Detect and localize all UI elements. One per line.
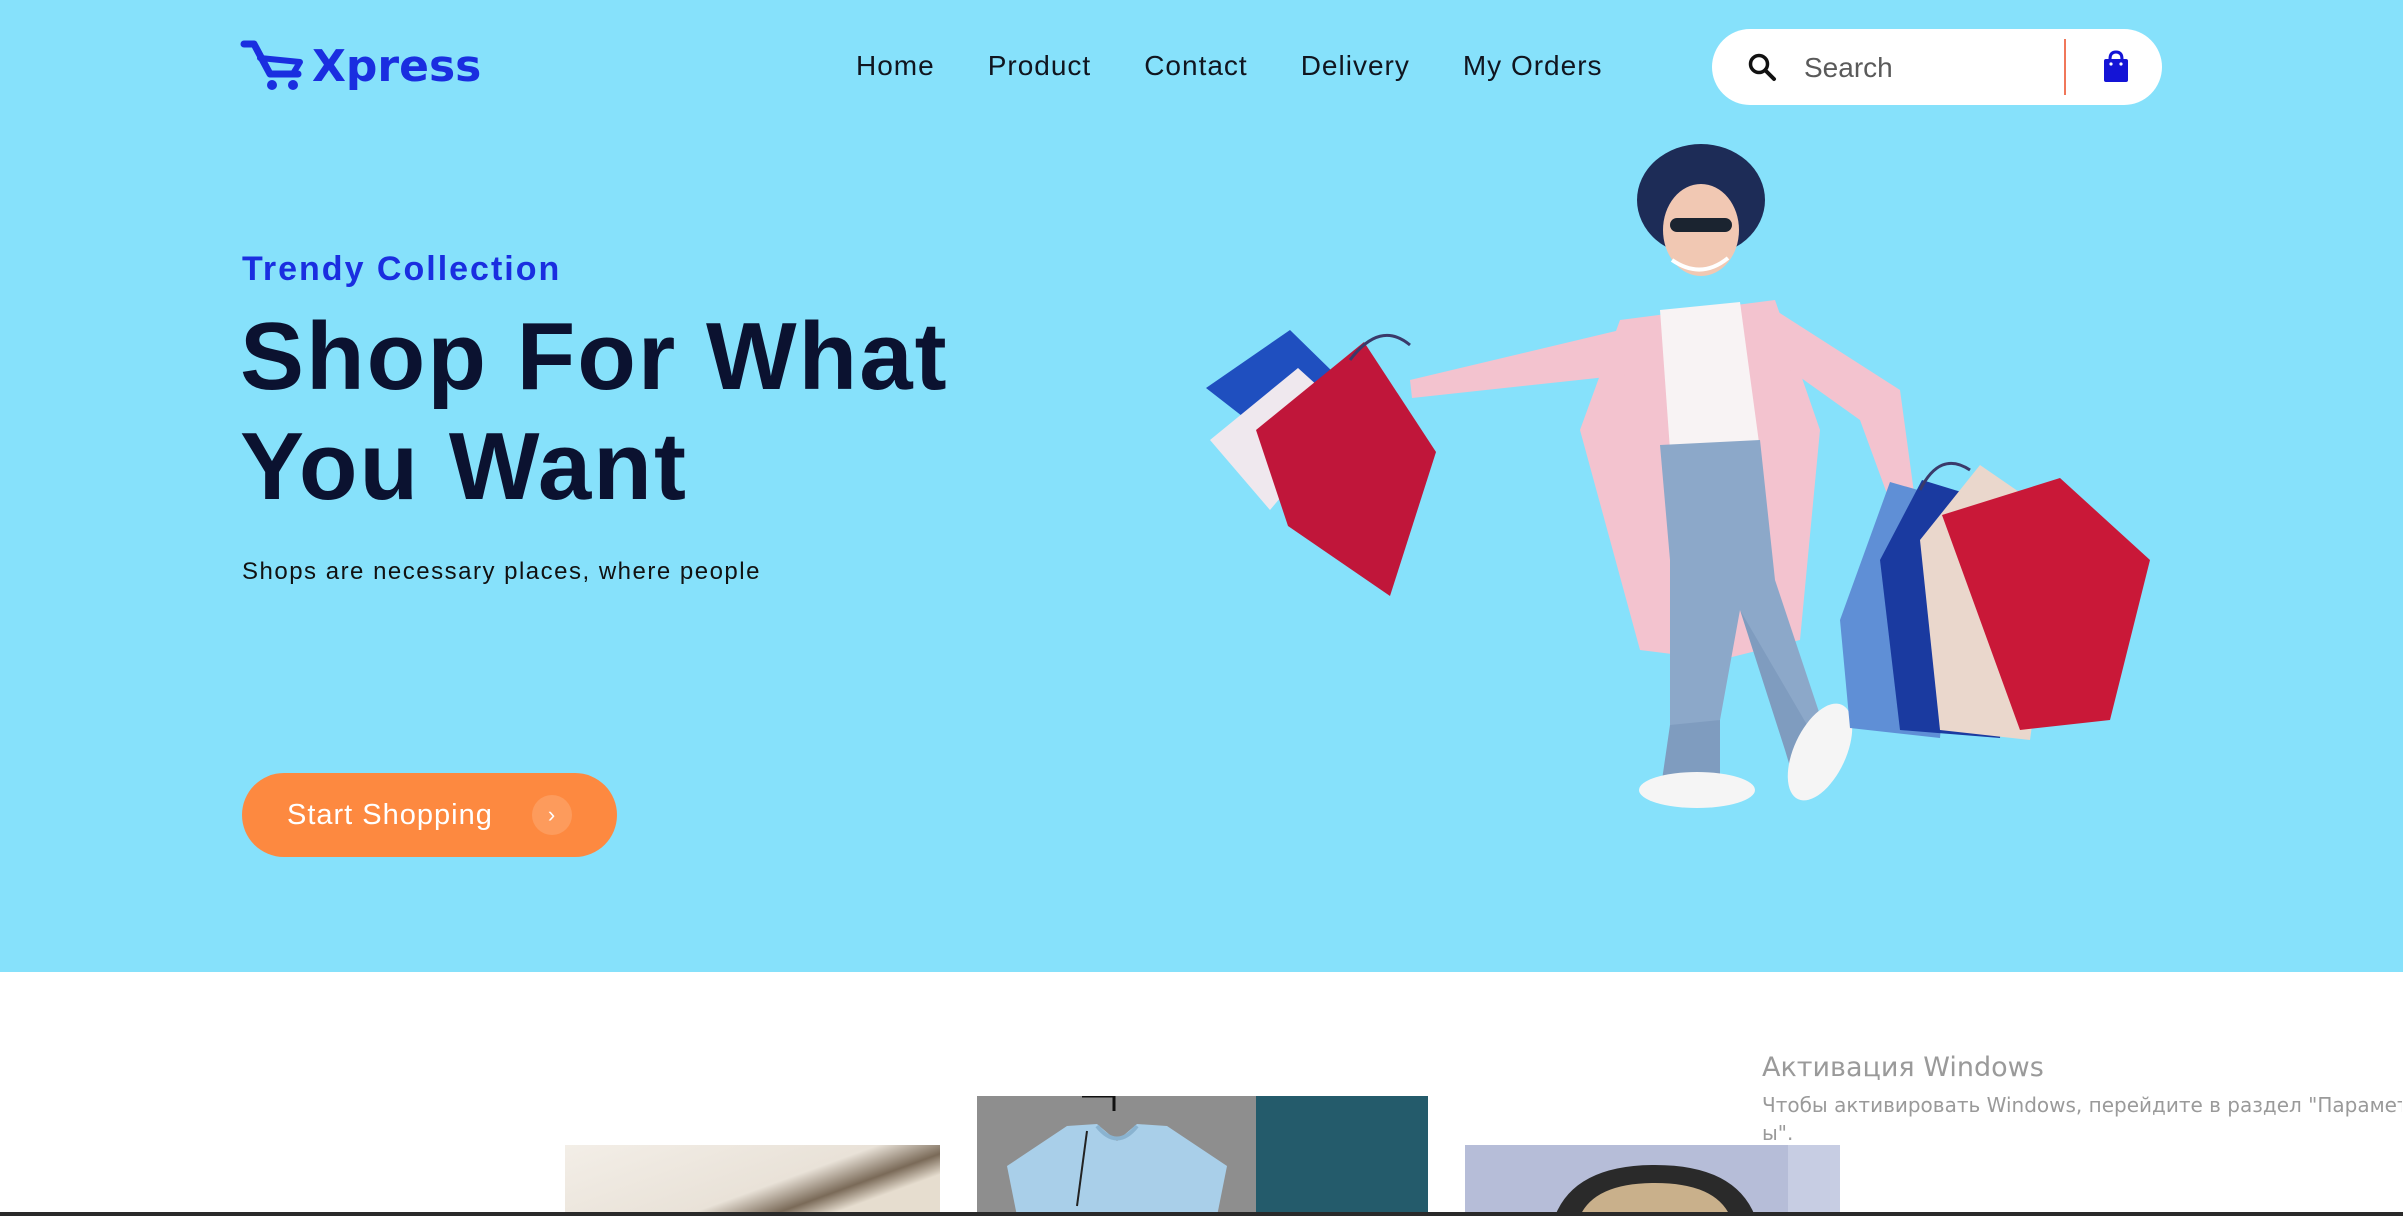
hero-headline-line-2: You Want: [240, 413, 688, 520]
tshirt-image: [1007, 1096, 1227, 1216]
product-card-2-image[interactable]: [977, 1096, 1428, 1216]
left-shopping-bags: [1206, 330, 1436, 596]
woman-figure: [1410, 144, 1915, 808]
hero-eyebrow: Trendy Collection: [242, 250, 562, 288]
search-input[interactable]: [1802, 47, 2056, 89]
activation-title: Активация Windows: [1762, 1052, 2044, 1083]
main-nav: Home Product Contact Delivery My Orders: [856, 46, 1656, 86]
hero-headline: Shop For What You Want: [240, 302, 1000, 522]
windows-activation-watermark: Активация Windows Чтобы активировать Win…: [1762, 1052, 2402, 1145]
search-bar: [1712, 29, 2162, 105]
start-shopping-label: Start Shopping: [287, 798, 493, 831]
shopping-bag-icon[interactable]: [2096, 47, 2136, 87]
chevron-right-icon: ›: [532, 795, 572, 835]
right-shopping-bags: [1840, 461, 2150, 740]
nav-delivery[interactable]: Delivery: [1301, 50, 1410, 82]
brand-logo[interactable]: Xpress: [240, 38, 481, 94]
hero-headline-line-1: Shop For What: [240, 303, 949, 410]
product-card-1-image[interactable]: [565, 1145, 940, 1216]
hero-shopper-image: [1206, 144, 2150, 808]
taskbar-edge: [0, 1212, 2403, 1216]
nav-contact[interactable]: Contact: [1144, 50, 1248, 82]
search-divider: [2064, 39, 2066, 95]
hero-subtext: Shops are necessary places, where people: [242, 558, 761, 585]
product-card-2-side-panel: [1256, 1096, 1428, 1216]
nav-home[interactable]: Home: [856, 50, 935, 82]
activation-message: Чтобы активировать Windows, перейдите в …: [1762, 1093, 2402, 1117]
activation-message-wrap: ы".: [1762, 1121, 1794, 1145]
nav-product[interactable]: Product: [988, 50, 1092, 82]
cart-logo-icon: [240, 40, 303, 90]
search-icon[interactable]: [1746, 51, 1778, 83]
product-card-3-image[interactable]: [1465, 1145, 1840, 1216]
brand-name: Xpress: [312, 40, 482, 92]
hat-image: [1555, 1145, 1840, 1216]
start-shopping-button[interactable]: Start Shopping ›: [242, 773, 617, 857]
nav-my-orders[interactable]: My Orders: [1463, 50, 1603, 82]
